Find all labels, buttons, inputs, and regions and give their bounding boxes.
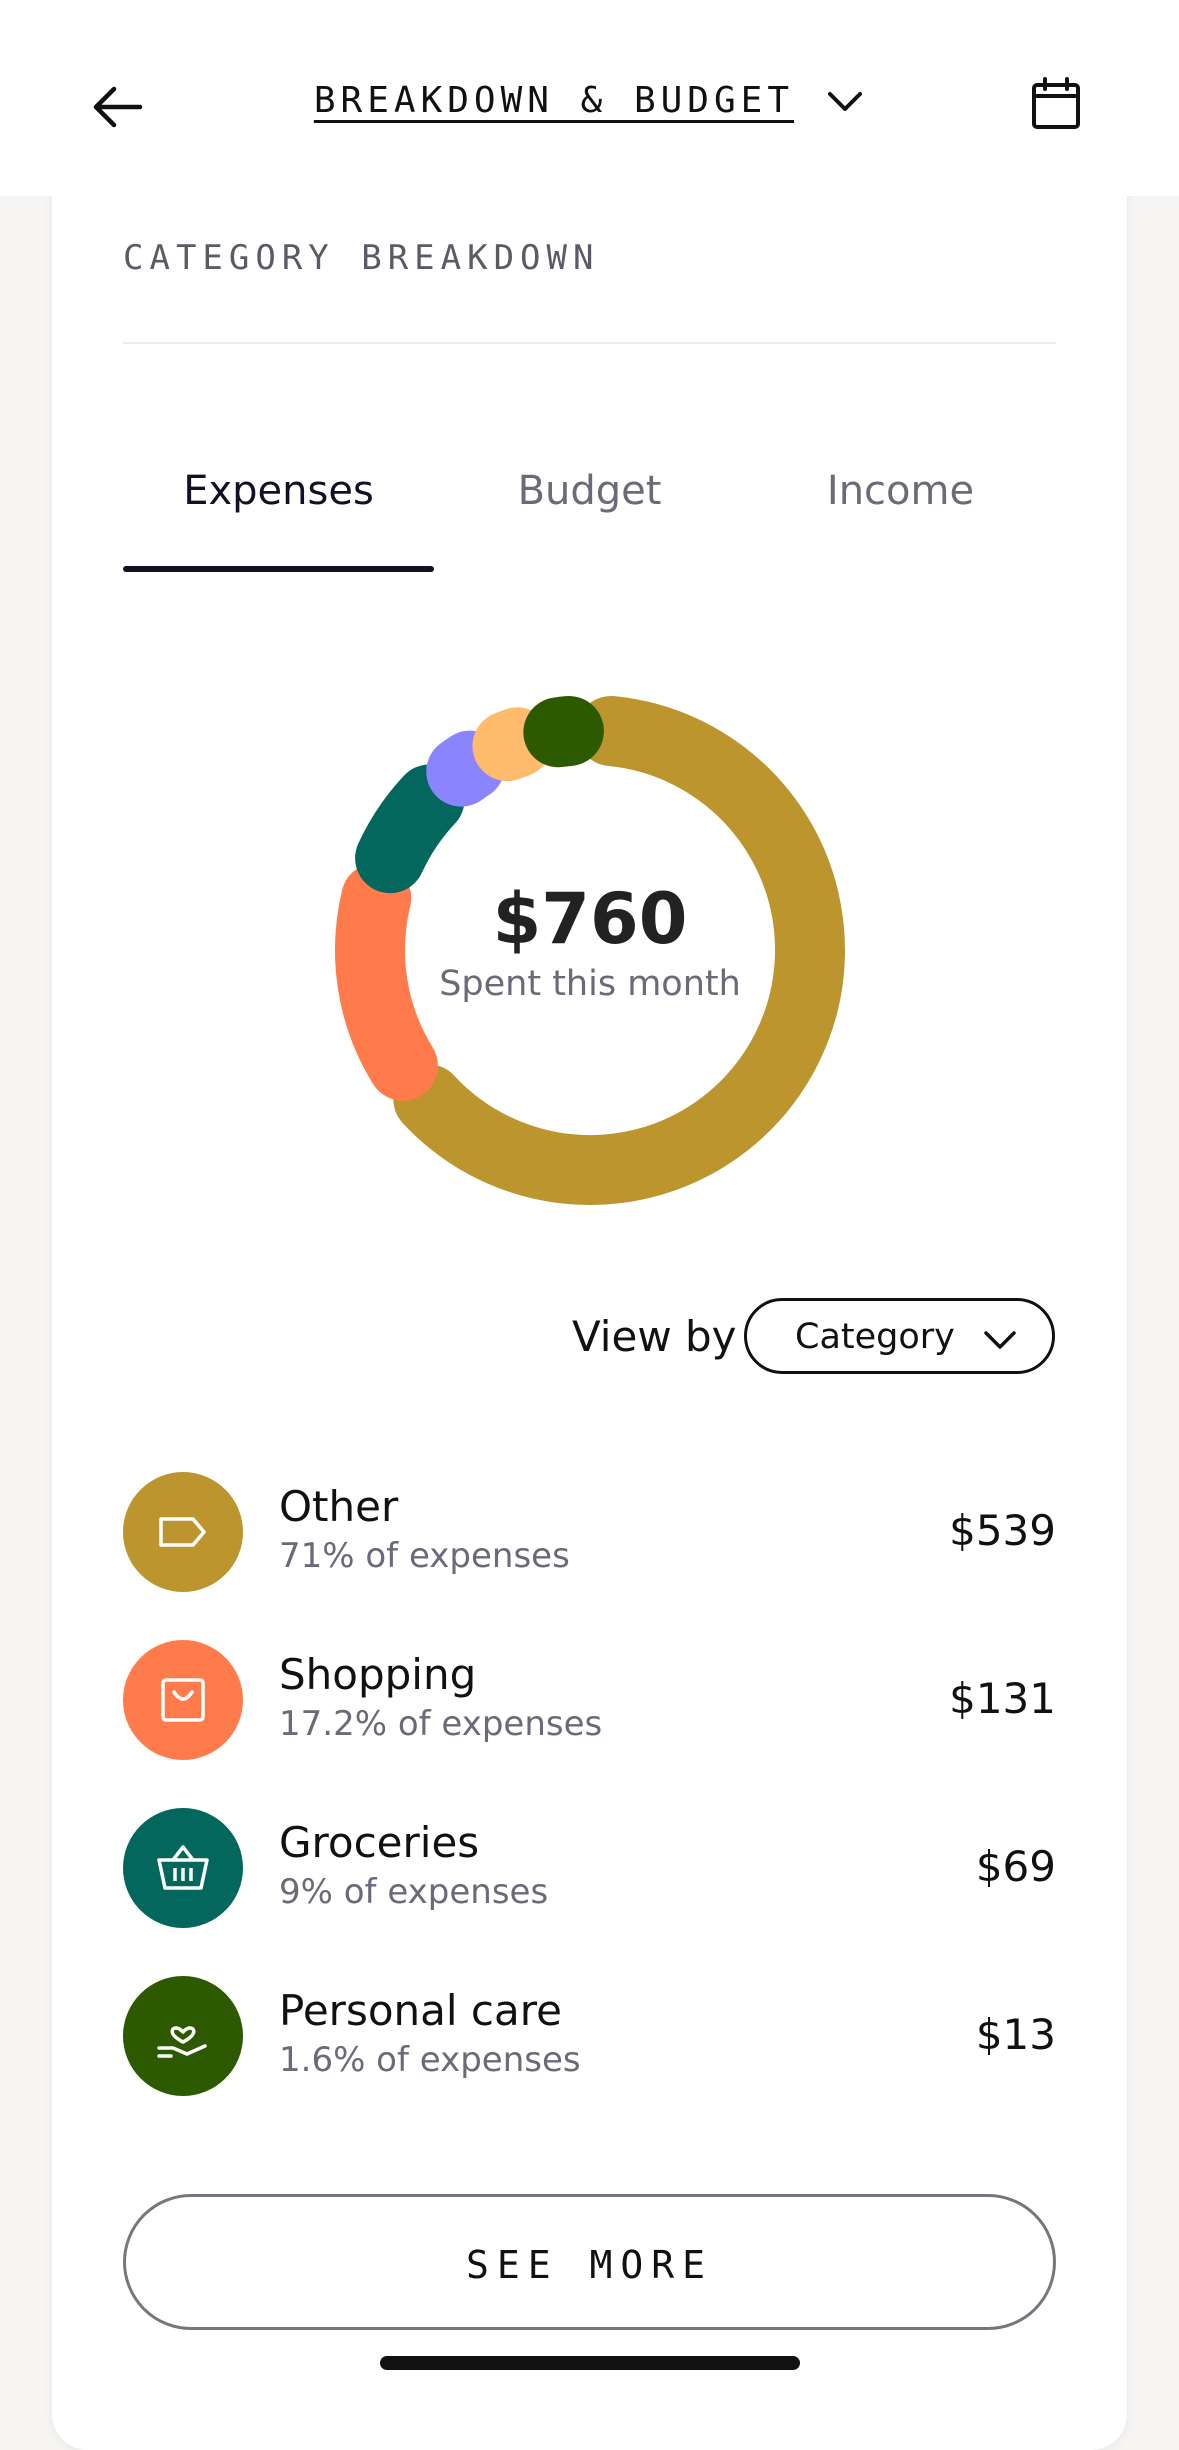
calendar-icon xyxy=(1032,77,1080,129)
basket-icon xyxy=(123,1808,243,1928)
view-by-label: View by xyxy=(572,1312,737,1361)
donut-segment-5 xyxy=(523,696,604,768)
shopping-bag-icon xyxy=(123,1640,243,1760)
donut-segment-4 xyxy=(472,707,553,782)
divider xyxy=(123,342,1056,344)
category-name: Groceries xyxy=(279,1818,480,1867)
view-by-value: Category xyxy=(795,1317,955,1357)
total-spent-caption: Spent this month xyxy=(439,964,741,1004)
tab-income[interactable]: Income xyxy=(745,468,1056,514)
category-name: Other xyxy=(279,1482,399,1531)
category-amount: $131 xyxy=(949,1674,1056,1723)
tab-budget[interactable]: Budget xyxy=(434,468,745,514)
tag-icon xyxy=(123,1472,243,1592)
donut-segment-3 xyxy=(426,730,506,807)
category-percent: 9% of expenses xyxy=(279,1872,549,1912)
category-percent: 1.6% of expenses xyxy=(279,2040,581,2080)
active-tab-indicator xyxy=(123,566,434,572)
category-amount: $539 xyxy=(949,1506,1056,1555)
calendar-button[interactable] xyxy=(1028,76,1084,132)
top-bar: BREAKDOWN & BUDGET xyxy=(0,0,1179,196)
category-name: Shopping xyxy=(279,1650,477,1699)
view-by-select[interactable]: Category xyxy=(744,1298,1055,1374)
chevron-down-icon xyxy=(828,91,863,111)
category-row-other[interactable]: Other 71% of expenses $539 xyxy=(123,1472,1056,1596)
category-row-groceries[interactable]: Groceries 9% of expenses $69 xyxy=(123,1808,1056,1932)
category-name: Personal care xyxy=(279,1986,562,2035)
category-percent: 17.2% of expenses xyxy=(279,1704,603,1744)
category-row-personal-care[interactable]: Personal care 1.6% of expenses $13 xyxy=(123,1976,1056,2100)
tab-expenses[interactable]: Expenses xyxy=(123,468,434,514)
category-row-shopping[interactable]: Shopping 17.2% of expenses $131 xyxy=(123,1640,1056,1764)
home-indicator xyxy=(380,2356,800,2370)
category-percent: 71% of expenses xyxy=(279,1536,570,1576)
category-amount: $69 xyxy=(975,1842,1056,1891)
total-spent-amount: $760 xyxy=(492,878,688,960)
title-dropdown[interactable]: BREAKDOWN & BUDGET xyxy=(0,80,1179,121)
donut-segment-2 xyxy=(355,764,465,894)
category-amount: $13 xyxy=(975,2010,1056,2059)
section-title: CATEGORY BREAKDOWN xyxy=(123,238,600,278)
see-more-button[interactable]: SEE MORE xyxy=(123,2194,1056,2330)
chevron-down-icon xyxy=(984,1331,1016,1349)
page-title: BREAKDOWN & BUDGET xyxy=(313,80,795,121)
see-more-label: SEE MORE xyxy=(465,2243,714,2287)
hand-heart-icon xyxy=(123,1976,243,2096)
